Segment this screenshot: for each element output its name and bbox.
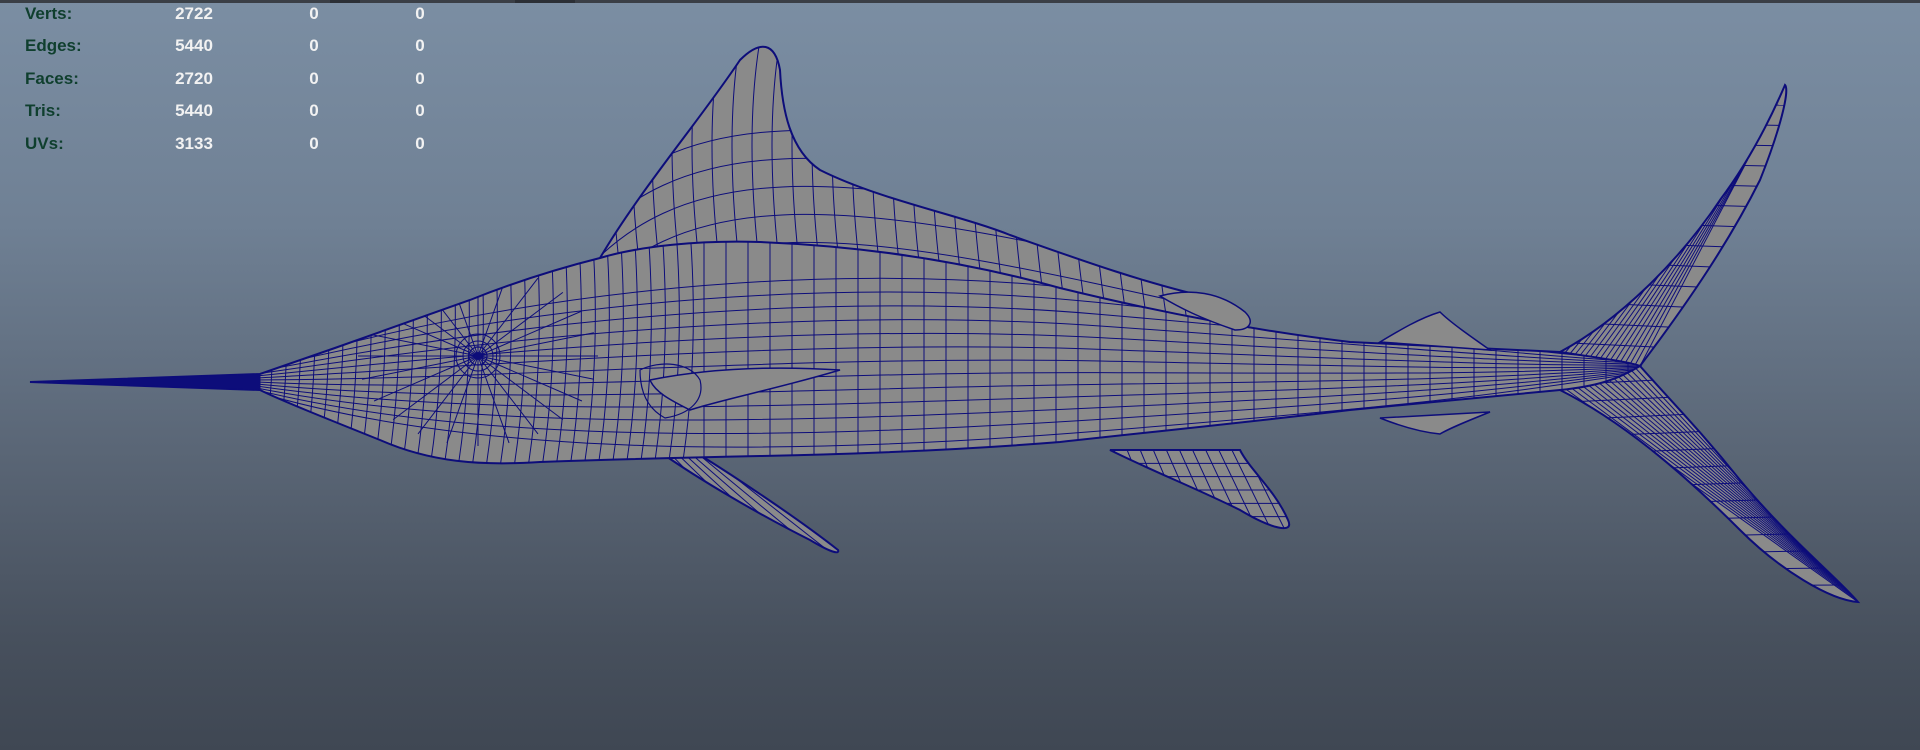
mesh-edge [1639,164,1746,366]
hud-value-object: 5440 [175,36,213,55]
mesh-edge [1599,377,1829,573]
hud-value-object: 2720 [175,69,213,88]
mesh-edge [1619,371,1814,558]
bill [29,373,261,391]
mesh-edge [1584,382,1840,584]
hud-value-selected: 0 [309,101,319,120]
3d-viewport[interactable]: Verts: 2722 0 0 Edges: 5440 0 0 Faces: 2… [0,0,1920,750]
mesh-edge [1560,389,1858,602]
mesh-edge [1579,104,1776,356]
hud-label: Tris: [25,101,61,120]
hud-value-selected: 0 [309,134,319,153]
mesh-edge [1580,261,1745,269]
mesh-edge [1609,374,1821,565]
mesh-edge [259,241,274,464]
mesh-edge [1594,379,1833,577]
mesh-edge [1589,114,1771,358]
mesh-edge [1569,386,1851,595]
hud-value-object: 3133 [175,134,213,153]
mesh-edge [699,452,839,553]
hud-value-uv: 0 [415,101,425,120]
hud-label: Edges: [25,36,82,55]
hud-value-selected: 0 [309,4,319,23]
hud-value-object: 2722 [175,4,213,23]
hud-label: Faces: [25,69,79,88]
mesh-edge [1594,119,1768,359]
mesh-edge [1564,388,1855,599]
mesh-edge [1614,373,1818,562]
mesh-edge [1757,566,1858,570]
mesh-edge [1231,46,1244,332]
mesh-edge [1692,123,1787,127]
tail-fin-upper [1559,84,1788,367]
mesh-edge [273,241,288,464]
mesh-edge [1628,202,1772,208]
hud-label: Verts: [25,4,73,23]
mesh-edge [1634,159,1748,366]
mesh-edge [1584,109,1773,357]
tail-fin-lower [1559,365,1859,603]
hud-value-object: 5440 [175,101,213,120]
hud-value-uv: 0 [415,69,425,88]
hud-label: UVs: [25,134,64,153]
mesh-edge [686,452,814,553]
mesh-edge [679,452,801,553]
mesh-edge [1644,182,1781,188]
mesh-edge [1612,222,1763,228]
mesh-edge [1708,104,1787,106]
poly-count-hud: Verts: 2722 0 0 Edges: 5440 0 0 Faces: 2… [0,0,460,160]
mesh-edge [1778,584,1858,586]
mesh-edge [1624,149,1753,364]
hud-value-uv: 0 [415,4,425,23]
hud-value-selected: 0 [309,69,319,88]
hud-value-uv: 0 [415,36,425,55]
mesh-edge [287,241,302,464]
mesh-edge [1599,124,1766,360]
mesh-edge [1589,380,1836,580]
pelvic-fin [1109,449,1291,530]
mesh-edge [693,452,827,553]
mesh-edge [1629,154,1751,365]
mesh-edge [1604,376,1825,569]
mesh-edge [1609,134,1761,362]
mesh-edge [1676,143,1787,147]
mesh-edge [1574,385,1848,592]
mesh-edge [1579,383,1844,588]
finlet-lower [1379,411,1491,435]
body-mesh [29,240,1641,465]
hud-value-selected: 0 [309,36,319,55]
mesh-edge [1596,241,1754,249]
mesh-edge [1614,139,1758,362]
ventral-fin [659,451,840,554]
hud-value-uv: 0 [415,134,425,153]
eye [455,333,501,379]
mesh-edge [1660,163,1787,167]
